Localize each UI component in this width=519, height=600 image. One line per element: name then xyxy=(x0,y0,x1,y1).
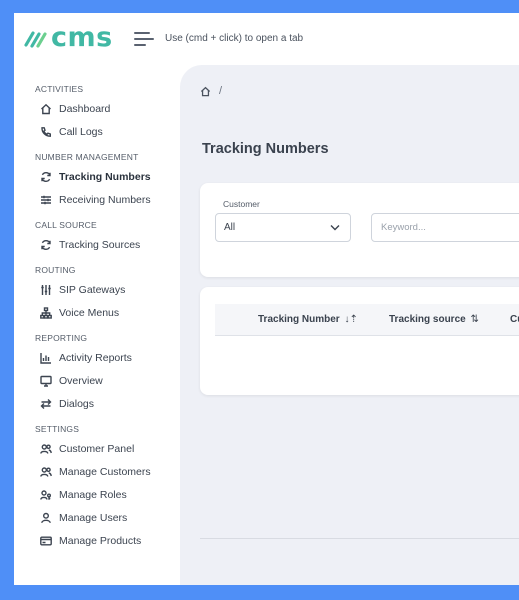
sort-icon: ↓⇡ xyxy=(344,314,358,325)
main-content: / Tracking Numbers Customer All Tracking… xyxy=(180,65,519,585)
sidebar-section-title: SETTINGS xyxy=(35,424,80,434)
sliders-icon xyxy=(40,194,52,206)
sidebar-item-label: Manage Customers xyxy=(59,465,151,478)
sidebar-item-manage-roles[interactable]: Manage Roles xyxy=(14,483,179,506)
filter-card: Customer All xyxy=(200,183,519,277)
card-icon xyxy=(40,535,52,547)
refresh-icon xyxy=(40,239,52,251)
sidebar-item-label: Manage Products xyxy=(59,534,142,547)
user-icon xyxy=(40,512,52,524)
customer-select[interactable]: All xyxy=(215,213,351,242)
breadcrumb-separator: / xyxy=(219,85,223,97)
sidebar: ACTIVITIES Dashboard Call Logs NUMBER MANAG… xyxy=(14,75,179,552)
sidebar-item-dialogs[interactable]: Dialogs xyxy=(14,392,179,415)
sidebar-section-title: REPORTING xyxy=(35,333,88,343)
sidebar-item-manage-products[interactable]: Manage Products xyxy=(14,529,179,552)
sidebar-item-label: Manage Users xyxy=(59,511,128,524)
sidebar-section-title: ACTIVITIES xyxy=(35,84,84,94)
customer-select-value: All xyxy=(224,222,236,233)
footer-divider xyxy=(200,538,519,539)
sidebar-item-call-logs[interactable]: Call Logs xyxy=(14,120,179,143)
chevron-down-icon xyxy=(330,225,340,231)
sidebar-item-label: Dialogs xyxy=(59,397,95,410)
sidebar-item-label: Tracking Numbers xyxy=(59,170,151,183)
home-icon[interactable] xyxy=(200,86,211,97)
menu-toggle-button[interactable] xyxy=(134,30,156,48)
logo-text: cms xyxy=(51,22,113,53)
sidebar-item-overview[interactable]: Overview xyxy=(14,369,179,392)
sidebar-item-label: Dashboard xyxy=(59,102,111,115)
sidebar-item-customer-panel[interactable]: Customer Panel xyxy=(14,437,179,460)
open-tab-hint: Use (cmd + click) to open a tab xyxy=(165,33,304,44)
sidebar-item-receiving-numbers[interactable]: Receiving Numbers xyxy=(14,188,179,211)
sidebar-item-activity-reports[interactable]: Activity Reports xyxy=(14,346,179,369)
sidebar-item-label: Tracking Sources xyxy=(59,238,141,251)
sidebar-item-dashboard[interactable]: Dashboard xyxy=(14,97,179,120)
top-bar: cms Use (cmd + click) to open a tab xyxy=(14,13,519,67)
sidebar-item-tracking-numbers[interactable]: Tracking Numbers xyxy=(14,165,179,188)
logo-mark-icon xyxy=(24,31,47,48)
sidebar-item-label: Overview xyxy=(59,374,103,387)
swap-icon xyxy=(40,398,52,410)
table-header: Tracking Number ↓⇡ Tracking source ⇅ Cu xyxy=(215,304,519,336)
app-logo[interactable]: cms xyxy=(24,24,113,52)
sidebar-item-label: Receiving Numbers xyxy=(59,193,151,206)
sidebar-item-manage-users[interactable]: Manage Users xyxy=(14,506,179,529)
user-key-icon xyxy=(40,489,52,501)
sitemap-icon xyxy=(40,306,52,319)
refresh-icon xyxy=(40,171,52,183)
sidebar-section-title: ROUTING xyxy=(35,265,76,275)
table-card: Tracking Number ↓⇡ Tracking source ⇅ Cu xyxy=(200,287,519,395)
sidebar-section-title: NUMBER MANAGEMENT xyxy=(35,152,139,162)
sidebar-item-sip-gateways[interactable]: SIP Gateways xyxy=(14,278,179,301)
sidebar-item-label: Voice Menus xyxy=(59,306,120,319)
users-icon xyxy=(40,443,52,455)
customer-label: Customer xyxy=(223,199,260,209)
equalizer-icon xyxy=(40,284,52,296)
monitor-icon xyxy=(40,375,52,387)
column-header-tracking-source[interactable]: Tracking source ⇅ xyxy=(389,304,479,336)
sidebar-item-label: Customer Panel xyxy=(59,442,135,455)
sidebar-item-voice-menus[interactable]: Voice Menus xyxy=(14,301,179,324)
bar-chart-icon xyxy=(40,352,52,364)
sidebar-item-label: Manage Roles xyxy=(59,488,127,501)
app-window: cms Use (cmd + click) to open a tab ACTI… xyxy=(14,13,519,585)
sort-icon: ⇅ xyxy=(470,314,479,325)
sidebar-item-label: Call Logs xyxy=(59,125,103,138)
sidebar-item-label: SIP Gateways xyxy=(59,283,126,296)
sidebar-section-title: CALL SOURCE xyxy=(35,220,97,230)
users-icon xyxy=(40,466,52,478)
column-header-tracking-number[interactable]: Tracking Number ↓⇡ xyxy=(258,304,358,336)
phone-icon xyxy=(40,126,52,138)
sidebar-item-tracking-sources[interactable]: Tracking Sources xyxy=(14,233,179,256)
sidebar-item-label: Activity Reports xyxy=(59,351,132,364)
page-title: Tracking Numbers xyxy=(202,141,329,157)
column-header-customer[interactable]: Cu xyxy=(510,304,519,336)
keyword-input[interactable] xyxy=(371,213,519,242)
breadcrumb: / xyxy=(200,85,222,97)
sidebar-item-manage-customers[interactable]: Manage Customers xyxy=(14,460,179,483)
home-icon xyxy=(40,103,52,115)
